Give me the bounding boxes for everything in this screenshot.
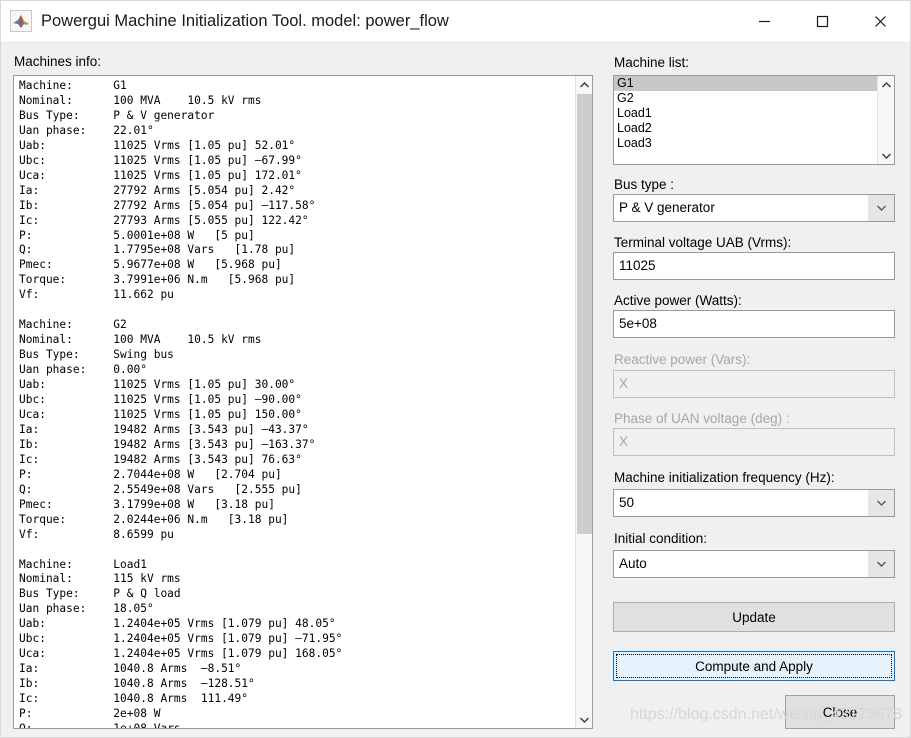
phase-uan-label: Phase of UAN voltage (deg) : [614, 411, 790, 426]
machines-info-label: Machines info: [14, 54, 102, 69]
list-item[interactable]: Load1 [614, 106, 877, 121]
active-power-label: Active power (Watts): [614, 293, 742, 308]
terminal-voltage-input[interactable]: 11025 [613, 252, 895, 280]
maximize-button[interactable] [799, 1, 845, 42]
bus-type-label: Bus type : [614, 177, 675, 192]
machine-list[interactable]: G1 G2 Load1 Load2 Load3 [613, 75, 895, 165]
active-power-input[interactable]: 5e+08 [613, 310, 895, 338]
list-item[interactable]: G1 [614, 76, 877, 91]
compute-and-apply-button[interactable]: Compute and Apply [613, 651, 895, 681]
chevron-down-icon[interactable] [868, 195, 894, 221]
machine-list-label: Machine list: [614, 55, 690, 70]
initial-condition-value: Auto [619, 556, 647, 571]
maximize-icon [816, 15, 828, 28]
list-item[interactable]: G2 [614, 91, 877, 106]
scroll-up-icon[interactable] [576, 76, 592, 93]
minimize-icon [758, 20, 770, 23]
scroll-up-icon[interactable] [878, 76, 894, 93]
frequency-value: 50 [619, 495, 635, 510]
powergui-machine-initialization-window: Powergui Machine Initialization Tool. mo… [0, 0, 911, 738]
machines-info-scrollbar[interactable] [575, 76, 592, 728]
minimize-button[interactable] [741, 1, 787, 42]
reactive-power-input: X [613, 370, 895, 398]
window-title: Powergui Machine Initialization Tool. mo… [41, 12, 449, 30]
bus-type-value: P & V generator [619, 200, 715, 215]
frequency-select[interactable]: 50 [613, 489, 895, 517]
terminal-voltage-label: Terminal voltage UAB (Vrms): [614, 235, 792, 250]
close-button[interactable]: Close [785, 695, 895, 729]
scrollbar-thumb[interactable] [577, 94, 592, 534]
machine-list-scrollbar[interactable] [877, 76, 894, 164]
machines-info-textarea[interactable]: Machine: G1 Nominal: 100 MVA 10.5 kV rms… [13, 75, 593, 729]
bus-type-select[interactable]: P & V generator [613, 194, 895, 222]
scroll-down-icon[interactable] [576, 711, 592, 728]
reactive-power-label: Reactive power (Vars): [614, 352, 751, 367]
scroll-down-icon[interactable] [878, 147, 894, 164]
close-icon [874, 16, 886, 27]
update-button[interactable]: Update [613, 602, 895, 632]
machine-list-items: G1 G2 Load1 Load2 Load3 [614, 76, 877, 151]
initial-condition-select[interactable]: Auto [613, 550, 895, 578]
matlab-membrane-icon [10, 10, 32, 32]
close-window-button[interactable] [857, 1, 903, 42]
chevron-down-icon[interactable] [868, 551, 894, 577]
title-bar: Powergui Machine Initialization Tool. mo… [1, 1, 910, 43]
initial-condition-label: Initial condition: [614, 531, 708, 546]
list-item[interactable]: Load2 [614, 121, 877, 136]
machines-info-text: Machine: G1 Nominal: 100 MVA 10.5 kV rms… [19, 79, 343, 729]
phase-uan-input: X [613, 428, 895, 456]
chevron-down-icon[interactable] [868, 490, 894, 516]
frequency-label: Machine initialization frequency (Hz): [614, 470, 835, 485]
compute-and-apply-label: Compute and Apply [695, 658, 813, 674]
list-item[interactable]: Load3 [614, 136, 877, 151]
